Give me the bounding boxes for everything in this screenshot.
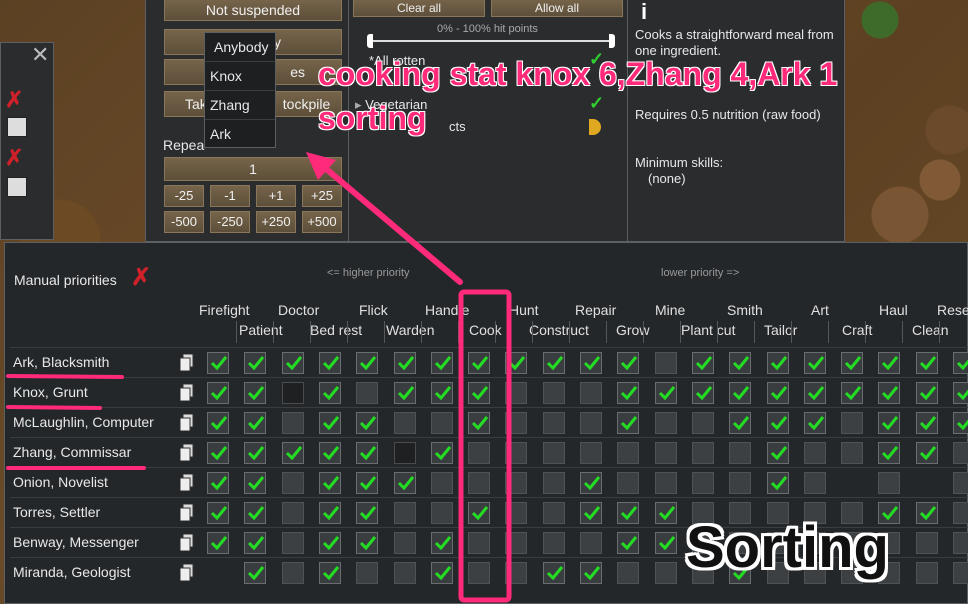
annotation-arrow	[315, 159, 463, 285]
underline-knox	[6, 405, 102, 410]
annotation-big-label: Sorting	[686, 515, 889, 580]
underline-ark	[6, 374, 124, 379]
cook-column-highlight	[458, 289, 512, 603]
